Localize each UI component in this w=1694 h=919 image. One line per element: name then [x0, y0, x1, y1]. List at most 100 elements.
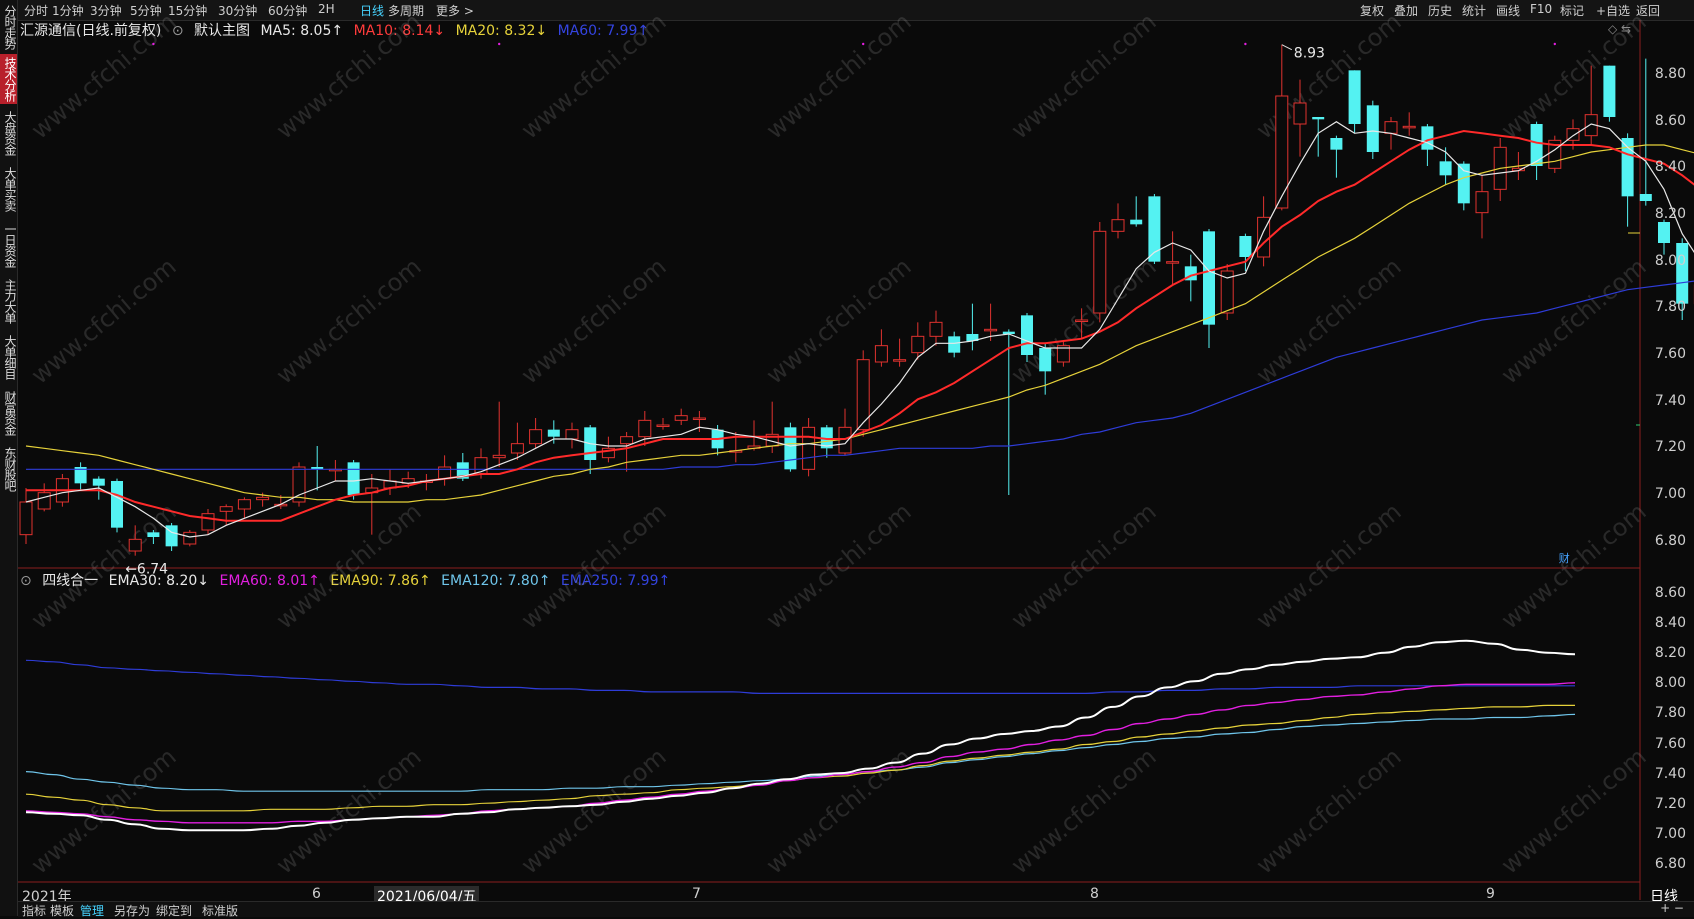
- ema30-line: [25, 639, 1576, 832]
- period-tab[interactable]: 多周期: [388, 2, 424, 19]
- toolbar-button[interactable]: +自选: [1596, 2, 1630, 19]
- period-tab[interactable]: 30分钟: [218, 2, 257, 19]
- candle-body: [911, 335, 925, 354]
- ema250-line: [25, 659, 1575, 695]
- candle-body: [1566, 128, 1580, 141]
- sidebar-tab[interactable]: 东财股吧: [0, 442, 17, 496]
- bottom-tab[interactable]: 指标: [22, 902, 46, 919]
- sidebar-tab[interactable]: 一日资金: [0, 218, 17, 272]
- period-tab[interactable]: 5分钟: [130, 2, 162, 19]
- sidebar-tab[interactable]: 大单细目: [0, 330, 17, 384]
- toolbar-button[interactable]: 画线: [1496, 2, 1520, 19]
- toolbar-button[interactable]: 统计: [1462, 2, 1486, 19]
- watermark-text: www.cfchi.com: [26, 252, 182, 389]
- candle-body: [347, 462, 360, 495]
- y-tick-label: 8.40: [1654, 615, 1686, 632]
- candle-body: [1075, 319, 1089, 322]
- watermark-text: www.cfchi.com: [516, 252, 672, 389]
- period-tab[interactable]: 3分钟: [90, 2, 122, 19]
- watermark-text: www.cfchi.com: [516, 497, 672, 634]
- candle-body: [529, 429, 543, 445]
- candle-body: [656, 424, 670, 427]
- candle-body: [74, 467, 87, 484]
- candle-body: [510, 443, 524, 454]
- candle-body: [1639, 194, 1652, 201]
- x-tick-label: 6: [312, 886, 321, 902]
- toolbar-button[interactable]: 复权: [1360, 2, 1384, 19]
- event-dot: [1244, 42, 1247, 46]
- bottom-tab[interactable]: 标准版: [202, 902, 238, 919]
- candle-body: [492, 454, 506, 459]
- period-tab[interactable]: 更多 >: [436, 2, 474, 19]
- legend-toggle-icon[interactable]: ⊙: [172, 23, 184, 39]
- candle-body: [256, 496, 270, 501]
- candle-body: [1548, 139, 1562, 169]
- bottom-tab[interactable]: 模板: [50, 902, 74, 919]
- candle-body: [711, 429, 724, 449]
- zoom-controls[interactable]: + −: [1660, 901, 1684, 915]
- stock-title: 汇源通信(日线.前复权): [20, 23, 162, 39]
- sidebar-tab[interactable]: 分时走势: [0, 2, 17, 52]
- y-tick-label: 8.00: [1654, 252, 1686, 269]
- candle-body: [1203, 231, 1215, 325]
- sidebar-tab[interactable]: 财富资金: [0, 386, 17, 440]
- candle-body: [383, 480, 397, 489]
- candle-body: [1439, 161, 1452, 176]
- y-tick-label: 8.40: [1654, 159, 1686, 176]
- y-tick-label: 7.60: [1654, 346, 1686, 362]
- sidebar-tab[interactable]: 技术分析: [0, 54, 17, 104]
- y-tick-label: 7.40: [1654, 392, 1686, 409]
- candle-body: [237, 499, 251, 510]
- sidebar-tab[interactable]: 大盘资金: [0, 106, 17, 160]
- toolbar-button[interactable]: 返回: [1636, 2, 1660, 19]
- watermark-text: www.cfchi.com: [26, 742, 182, 879]
- event-dot: [1553, 42, 1557, 46]
- candle-body: [1111, 219, 1125, 232]
- candle-body: [92, 478, 105, 486]
- candle-body: [1039, 348, 1052, 372]
- period-tab[interactable]: 日线: [360, 2, 384, 19]
- candle-body: [1621, 138, 1634, 197]
- period-tab[interactable]: 60分钟: [268, 2, 307, 19]
- candle-body: [37, 492, 51, 510]
- candle-body: [1402, 125, 1416, 129]
- candle-body: [1475, 191, 1489, 214]
- ma20-line: [25, 144, 1694, 503]
- bottom-tab[interactable]: 绑定到: [156, 902, 192, 919]
- event-dot: [152, 42, 155, 46]
- period-tab[interactable]: 1分钟: [52, 2, 84, 19]
- watermark-text: www.cfchi.com: [271, 497, 427, 634]
- price-chart[interactable]: www.cfchi.com www.cfchi.com www.cfchi.com w…: [0, 0, 1694, 916]
- y-tick-label: 7.00: [1654, 486, 1686, 502]
- event-dot: [862, 42, 865, 46]
- sidebar-tab[interactable]: 大单买卖: [0, 162, 17, 216]
- candle-body: [55, 478, 69, 503]
- candle-body: [1312, 117, 1325, 120]
- y-tick-label: 8.60: [1654, 112, 1686, 129]
- period-tab[interactable]: 2H: [318, 2, 335, 16]
- ma5-line: [25, 120, 1694, 538]
- period-tab[interactable]: 15分钟: [168, 2, 207, 19]
- candle-body: [1166, 261, 1180, 264]
- candle-body: [1584, 114, 1598, 137]
- indicator-name[interactable]: 四线合一: [42, 573, 98, 589]
- candle-body: [183, 531, 197, 545]
- chart-settings-icon[interactable]: ◇ ⇆: [1608, 22, 1631, 36]
- candle-body: [547, 429, 560, 437]
- ema90-label: EMA90: 7.86↑: [330, 573, 431, 589]
- bottom-tab[interactable]: 另存为: [114, 902, 150, 919]
- toolbar-button[interactable]: F10: [1530, 2, 1552, 16]
- toolbar-button[interactable]: 历史: [1428, 2, 1452, 19]
- candle-body: [674, 415, 688, 421]
- watermark-text: www.cfchi.com: [271, 742, 427, 879]
- candle-body: [1184, 266, 1197, 281]
- watermark-text: www.cfchi.com: [761, 252, 917, 389]
- sub-toggle-icon[interactable]: ⊙: [20, 573, 32, 589]
- sidebar-tab[interactable]: 主力大单: [0, 274, 17, 328]
- candle-body: [311, 467, 324, 470]
- toolbar-button[interactable]: 叠加: [1394, 2, 1418, 19]
- period-tab[interactable]: 分时: [24, 2, 48, 19]
- template-name[interactable]: 默认主图: [194, 23, 250, 39]
- toolbar-button[interactable]: 标记: [1560, 2, 1584, 19]
- bottom-tab[interactable]: 管理: [80, 902, 104, 919]
